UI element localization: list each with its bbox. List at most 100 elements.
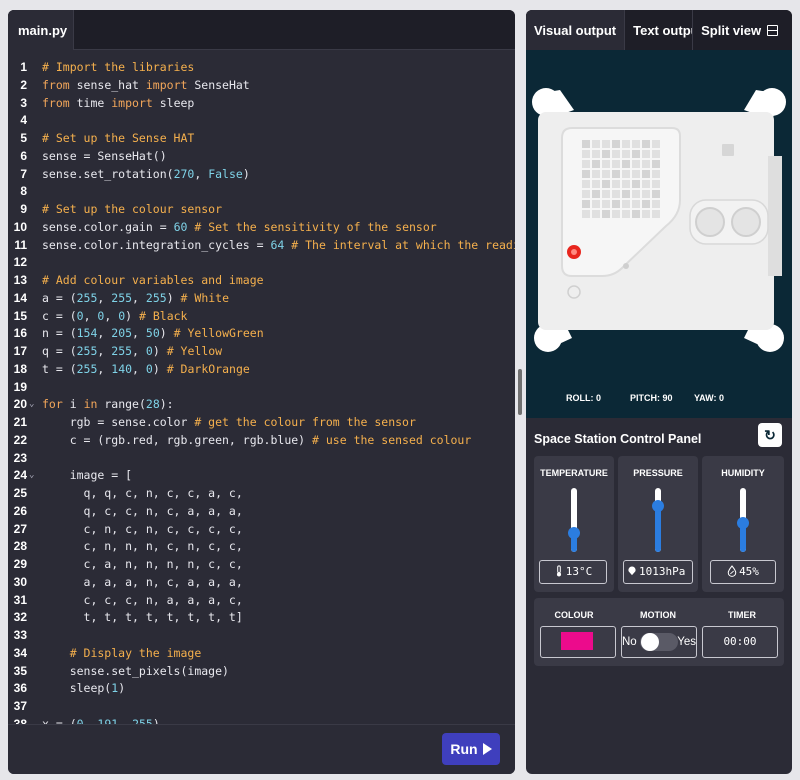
led-pixel: [592, 210, 600, 218]
led-pixel: [602, 140, 610, 148]
motion-toggle-box: No Yes: [621, 626, 697, 658]
sense-hat-board[interactable]: [526, 50, 792, 418]
code-line[interactable]: 30 a, a, a, n, c, a, a, a,: [8, 574, 515, 592]
led-pixel: [652, 200, 660, 208]
led-pixel: [582, 150, 590, 158]
motion-toggle[interactable]: [640, 633, 678, 651]
led-pixel: [642, 140, 650, 148]
reset-orientation-button[interactable]: ↻: [758, 423, 782, 447]
code-line[interactable]: 10 sense.color.gain = 60 # Set the sensit…: [8, 219, 515, 237]
code-line[interactable]: 24 ⌄ image = [: [8, 467, 515, 485]
code-line[interactable]: 35 sense.set_pixels(image): [8, 663, 515, 681]
code-line[interactable]: 34 # Display the image: [8, 645, 515, 663]
line-number: 13: [13, 273, 27, 287]
line-number: 17: [13, 344, 27, 358]
pressure-slider[interactable]: [655, 488, 661, 552]
code-line[interactable]: 12: [8, 254, 515, 272]
code-area[interactable]: 1 # Import the libraries 2 from sense_hat i…: [8, 59, 515, 733]
fold-chevron-icon[interactable]: ⌄: [29, 467, 34, 485]
code-line[interactable]: 7 sense.set_rotation(270, False): [8, 166, 515, 184]
led-pixel: [632, 150, 640, 158]
code-token: q = (: [42, 344, 77, 358]
led-pixel: [592, 140, 600, 148]
code-line[interactable]: 36 sleep(1): [8, 680, 515, 698]
code-line[interactable]: 4: [8, 112, 515, 130]
code-token: # DarkOrange: [166, 361, 250, 376]
led-pixel: [602, 180, 610, 188]
led-pixel: [642, 190, 650, 198]
code-text: c, a, n, n, n, n, c, c,: [42, 556, 243, 574]
code-token: ,: [132, 326, 146, 341]
line-number: 20: [13, 397, 27, 412]
code-line[interactable]: 29 c, a, n, n, n, n, c, c,: [8, 556, 515, 574]
code-line[interactable]: 26 q, c, c, n, c, a, a, a,: [8, 503, 515, 521]
code-line[interactable]: 23: [8, 450, 515, 468]
code-token: 50: [145, 326, 160, 341]
temperature-slider[interactable]: [571, 488, 577, 552]
code-line[interactable]: 2 from sense_hat import SenseHat: [8, 77, 515, 95]
humidity-value[interactable]: 45%: [710, 560, 776, 584]
led-pixel: [642, 180, 650, 188]
led-pixel: [602, 170, 610, 178]
code-text: q = (255, 255, 0) # Yellow: [42, 343, 222, 361]
tab-text-output[interactable]: Text output: [625, 10, 694, 50]
code-token: ):: [159, 397, 174, 412]
led-pixel: [632, 210, 640, 218]
code-text: sleep(1): [42, 680, 125, 698]
fold-chevron-icon[interactable]: ⌄: [29, 396, 34, 414]
code-token: # YellowGreen: [173, 326, 264, 341]
led-pixel: [652, 170, 660, 178]
tab-visual-output[interactable]: Visual output: [526, 10, 626, 50]
humidity-slider-thumb[interactable]: [737, 517, 749, 530]
code-line[interactable]: 21 rgb = sense.color # get the colour fr…: [8, 414, 515, 432]
code-line[interactable]: 33: [8, 627, 515, 645]
pressure-slider-thumb[interactable]: [652, 499, 664, 512]
code-line[interactable]: 32 t, t, t, t, t, t, t, t]: [8, 609, 515, 627]
code-token: i: [62, 397, 84, 412]
code-text: c, n, c, n, c, c, c, c,: [42, 521, 243, 539]
line-number: 35: [13, 663, 27, 678]
code-line[interactable]: 15 c = (0, 0, 0) # Black: [8, 308, 515, 326]
code-line[interactable]: 20 ⌄ for i in range(28):: [8, 396, 515, 414]
code-line[interactable]: 37: [8, 698, 515, 716]
code-line[interactable]: 28 c, n, n, n, c, n, c, c,: [8, 538, 515, 556]
temperature-label: TEMPERATURE: [540, 468, 608, 478]
code-line[interactable]: 5 # Set up the Sense HAT: [8, 130, 515, 148]
led-pixel: [582, 160, 590, 168]
line-number: 16: [13, 326, 27, 341]
code-line[interactable]: 3 from time import sleep: [8, 95, 515, 113]
code-line[interactable]: 16 n = (154, 205, 50) # YellowGreen: [8, 325, 515, 343]
tab-main-py[interactable]: main.py: [8, 10, 74, 50]
thermometer-icon: [556, 565, 561, 577]
code-line[interactable]: 18 t = (255, 140, 0) # DarkOrange: [8, 361, 515, 379]
temperature-value[interactable]: 13°C: [539, 560, 607, 584]
code-token: ): [152, 361, 167, 376]
code-line[interactable]: 9 # Set up the colour sensor: [8, 201, 515, 219]
run-button[interactable]: Run: [442, 733, 500, 765]
code-token: c, n, n, n, c, n, c, c,: [42, 539, 243, 554]
pressure-value[interactable]: 1013hPa: [623, 560, 693, 584]
code-token: 60: [173, 219, 188, 234]
code-line[interactable]: 1 # Import the libraries: [8, 59, 515, 77]
controls-card: COLOUR MOTION TIMER No Yes 00:00: [534, 598, 784, 666]
code-line[interactable]: 17 q = (255, 255, 0) # Yellow: [8, 343, 515, 361]
panel-resize-handle[interactable]: [518, 369, 522, 415]
code-token: from: [42, 95, 70, 110]
led-pixel: [592, 160, 600, 168]
code-line[interactable]: 31 c, c, c, n, a, a, a, c,: [8, 592, 515, 610]
code-line[interactable]: 19: [8, 379, 515, 397]
code-line[interactable]: 25 q, q, c, n, c, c, a, c,: [8, 485, 515, 503]
code-line[interactable]: 14 a = (255, 255, 255) # White: [8, 290, 515, 308]
code-line[interactable]: 11 sense.color.integration_cycles = 64 # …: [8, 237, 515, 255]
tab-split-view[interactable]: Split view: [693, 10, 786, 50]
code-line[interactable]: 6 sense = SenseHat(): [8, 148, 515, 166]
code-line[interactable]: 13 # Add colour variables and image: [8, 272, 515, 290]
code-line[interactable]: 27 c, n, c, n, c, c, c, c,: [8, 521, 515, 539]
colour-picker[interactable]: [540, 626, 616, 658]
temperature-slider-thumb[interactable]: [568, 526, 580, 539]
output-tab-bar: Visual output Text output Split view: [526, 10, 792, 50]
code-line[interactable]: 8: [8, 183, 515, 201]
code-token: # Display the image: [42, 645, 202, 660]
code-text: rgb = sense.color # get the colour from …: [42, 414, 416, 432]
code-line[interactable]: 22 c = (rgb.red, rgb.green, rgb.blue) # …: [8, 432, 515, 450]
